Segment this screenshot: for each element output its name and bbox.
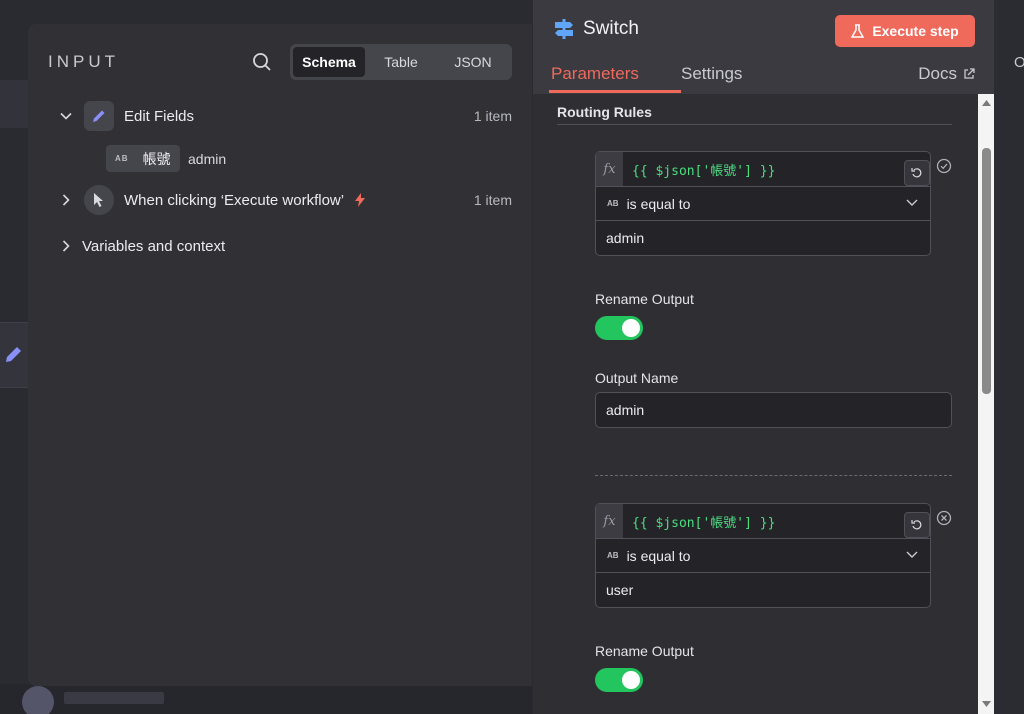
schema-field-pill[interactable]: AB 帳號	[106, 145, 180, 172]
tree-node-edit-fields[interactable]: Edit Fields 1 item	[28, 100, 528, 132]
check-circle-icon[interactable]	[936, 158, 952, 174]
chevron-down-icon[interactable]	[60, 110, 72, 122]
flask-icon	[851, 23, 865, 38]
rename-output-toggle[interactable]	[595, 668, 643, 692]
node-name: Switch	[583, 18, 639, 39]
canvas-node-fragment	[0, 80, 28, 128]
external-link-icon	[964, 68, 975, 79]
view-json-button[interactable]: JSON	[437, 47, 509, 77]
cursor-pointer-icon	[94, 193, 103, 207]
item-count: 1 item	[473, 108, 512, 124]
rule-separator	[595, 475, 952, 476]
right-value-input[interactable]: user	[596, 573, 930, 607]
rename-output-label: Rename Output	[595, 291, 694, 307]
left-value-expression[interactable]: fx {{ $json['帳號'] }}	[596, 504, 930, 539]
chevron-right-icon[interactable]	[60, 240, 72, 252]
reset-icon	[911, 520, 922, 530]
docs-link[interactable]: Docs	[918, 64, 975, 84]
view-mode-toggle: Schema Table JSON	[290, 44, 512, 80]
operator-select[interactable]: AB is equal to	[596, 187, 930, 221]
parameters-content: Routing Rules fx {{ $json['帳號'] }} AB is…	[533, 94, 978, 714]
left-value-expression[interactable]: fx {{ $json['帳號'] }}	[596, 152, 930, 187]
canvas-faint-label	[64, 692, 164, 704]
remove-circle-icon[interactable]	[936, 510, 952, 526]
field-value: admin	[188, 151, 227, 167]
string-type-icon: AB	[607, 551, 619, 560]
reset-value-button[interactable]	[904, 512, 930, 538]
output-name-label: Output Name	[595, 370, 679, 386]
node-header: Switch Execute step Parameters Settings …	[533, 0, 995, 94]
operator-label: is equal to	[626, 547, 691, 564]
rename-output-toggle[interactable]	[595, 316, 643, 340]
field-key: 帳號	[142, 150, 171, 167]
tree-node-manual-trigger[interactable]: When clicking ‘Execute workflow’ 1 item	[28, 184, 528, 216]
reset-icon	[911, 168, 922, 178]
scroll-down-arrow-icon[interactable]	[981, 698, 992, 709]
routing-rule-condition: fx {{ $json['帳號'] }} AB is equal to admi…	[595, 151, 931, 256]
tree-node-label: When clicking ‘Execute workflow’	[124, 191, 345, 209]
execute-step-button[interactable]: Execute step	[835, 15, 975, 47]
divider	[557, 124, 952, 125]
view-table-button[interactable]: Table	[365, 47, 437, 77]
chevron-down-icon	[906, 551, 918, 558]
pencil-icon	[6, 347, 21, 362]
toggle-knob	[622, 319, 640, 337]
item-count: 1 item	[473, 192, 512, 208]
tab-parameters[interactable]: Parameters	[551, 64, 639, 84]
expression-text[interactable]: {{ $json['帳號'] }}	[632, 160, 775, 179]
output-panel-title-fragment: O	[1014, 54, 1024, 71]
operator-label: is equal to	[626, 195, 691, 212]
routing-rule-condition: fx {{ $json['帳號'] }} AB is equal to user	[595, 503, 931, 608]
tree-node-variables-context[interactable]: Variables and context	[28, 230, 528, 262]
node-title: Switch	[553, 18, 639, 40]
avatar	[22, 686, 54, 714]
vertical-scrollbar[interactable]	[978, 94, 995, 714]
string-type-icon: AB	[607, 199, 619, 208]
input-panel-title: INPUT	[48, 52, 119, 71]
scroll-up-arrow-icon[interactable]	[981, 98, 992, 109]
toggle-knob	[622, 671, 640, 689]
scrollbar-thumb[interactable]	[982, 148, 991, 394]
tree-node-label: Variables and context	[82, 237, 226, 255]
reset-value-button[interactable]	[904, 160, 930, 186]
expression-fx-icon: fx	[596, 504, 623, 538]
chevron-right-icon[interactable]	[60, 194, 72, 206]
pencil-icon	[93, 110, 105, 122]
node-parameters-panel: Switch Execute step Parameters Settings …	[532, 0, 995, 714]
active-tab-indicator	[549, 90, 681, 93]
chevron-down-icon	[906, 199, 918, 206]
right-value-input[interactable]: admin	[596, 221, 930, 255]
tree-node-label: Edit Fields	[124, 107, 195, 125]
output-panel-edge: O	[994, 0, 1024, 714]
edit-fields-node-icon	[84, 101, 114, 131]
tab-settings[interactable]: Settings	[681, 64, 742, 84]
expression-text[interactable]: {{ $json['帳號'] }}	[632, 512, 775, 531]
input-panel: INPUT Schema Table JSON Edit Fields 1 it…	[28, 24, 558, 686]
view-schema-button[interactable]: Schema	[293, 47, 365, 77]
output-name-input[interactable]: admin	[595, 392, 952, 428]
execute-step-label: Execute step	[872, 23, 959, 39]
trigger-bolt-icon	[355, 193, 366, 207]
docs-label: Docs	[918, 64, 957, 83]
search-icon[interactable]	[252, 52, 272, 72]
routing-rules-title: Routing Rules	[557, 104, 652, 120]
expression-fx-icon: fx	[596, 152, 623, 186]
string-type-icon: AB	[115, 154, 129, 163]
rename-output-label: Rename Output	[595, 643, 694, 659]
manual-trigger-node-icon	[84, 185, 114, 215]
switch-node-icon	[555, 19, 573, 39]
operator-select[interactable]: AB is equal to	[596, 539, 930, 573]
